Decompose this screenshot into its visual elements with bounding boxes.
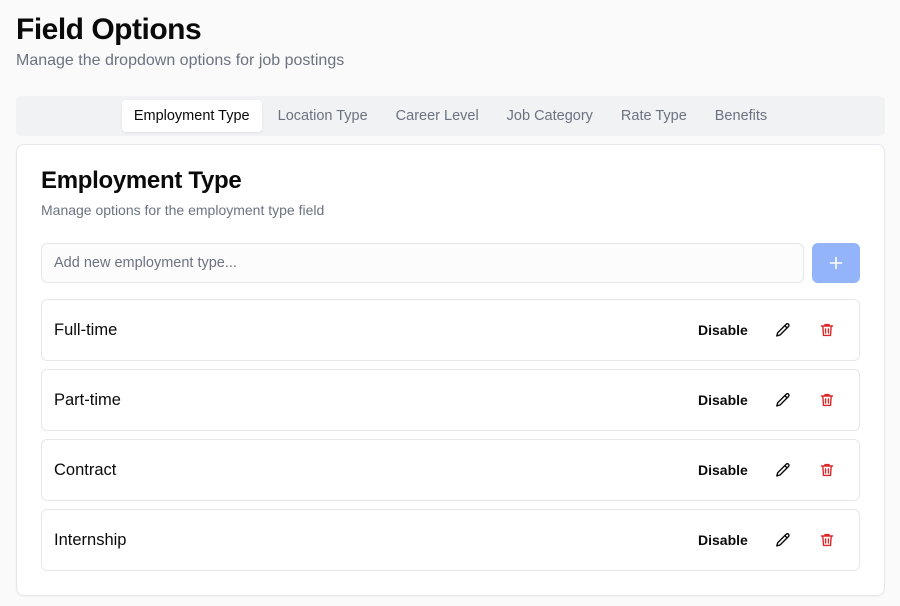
edit-button[interactable] xyxy=(767,455,799,485)
trash-icon xyxy=(820,323,834,337)
page-subtitle: Manage the dropdown options for job post… xyxy=(16,52,345,69)
tab-job-category[interactable]: Job Category xyxy=(495,100,605,132)
option-label: Full-time xyxy=(54,321,118,339)
tab-rate-type[interactable]: Rate Type xyxy=(609,100,699,132)
add-option-button[interactable] xyxy=(812,243,860,283)
disable-button[interactable]: Disable xyxy=(688,455,758,485)
delete-button[interactable] xyxy=(811,455,843,485)
tab-list: Employment Type Location Type Career Lev… xyxy=(16,96,885,136)
card-title: Employment Type xyxy=(41,167,242,194)
pencil-icon xyxy=(776,533,790,547)
option-label: Internship xyxy=(54,531,127,549)
option-list: Full-time Disable Part-time Disable Cont… xyxy=(41,299,860,579)
page-title: Field Options xyxy=(16,13,202,46)
delete-button[interactable] xyxy=(811,525,843,555)
disable-button[interactable]: Disable xyxy=(688,315,758,345)
pencil-icon xyxy=(776,323,790,337)
card-subtitle: Manage options for the employment type f… xyxy=(41,202,325,218)
tab-location-type[interactable]: Location Type xyxy=(266,100,380,132)
edit-button[interactable] xyxy=(767,385,799,415)
add-option-input[interactable] xyxy=(41,243,804,283)
option-row: Contract Disable xyxy=(41,439,860,501)
delete-button[interactable] xyxy=(811,385,843,415)
field-options-page: Field Options Manage the dropdown option… xyxy=(0,0,900,606)
pencil-icon xyxy=(776,463,790,477)
option-label: Contract xyxy=(54,461,117,479)
option-row: Internship Disable xyxy=(41,509,860,571)
edit-button[interactable] xyxy=(767,525,799,555)
disable-button[interactable]: Disable xyxy=(688,385,758,415)
option-row: Full-time Disable xyxy=(41,299,860,361)
option-label: Part-time xyxy=(54,391,121,409)
delete-button[interactable] xyxy=(811,315,843,345)
plus-icon xyxy=(829,256,843,270)
trash-icon xyxy=(820,463,834,477)
trash-icon xyxy=(820,393,834,407)
option-row: Part-time Disable xyxy=(41,369,860,431)
options-card: Employment Type Manage options for the e… xyxy=(16,144,885,596)
edit-button[interactable] xyxy=(767,315,799,345)
tab-career-level[interactable]: Career Level xyxy=(384,100,491,132)
trash-icon xyxy=(820,533,834,547)
tab-benefits[interactable]: Benefits xyxy=(703,100,779,132)
pencil-icon xyxy=(776,393,790,407)
tab-employment-type[interactable]: Employment Type xyxy=(121,100,262,132)
disable-button[interactable]: Disable xyxy=(688,525,758,555)
